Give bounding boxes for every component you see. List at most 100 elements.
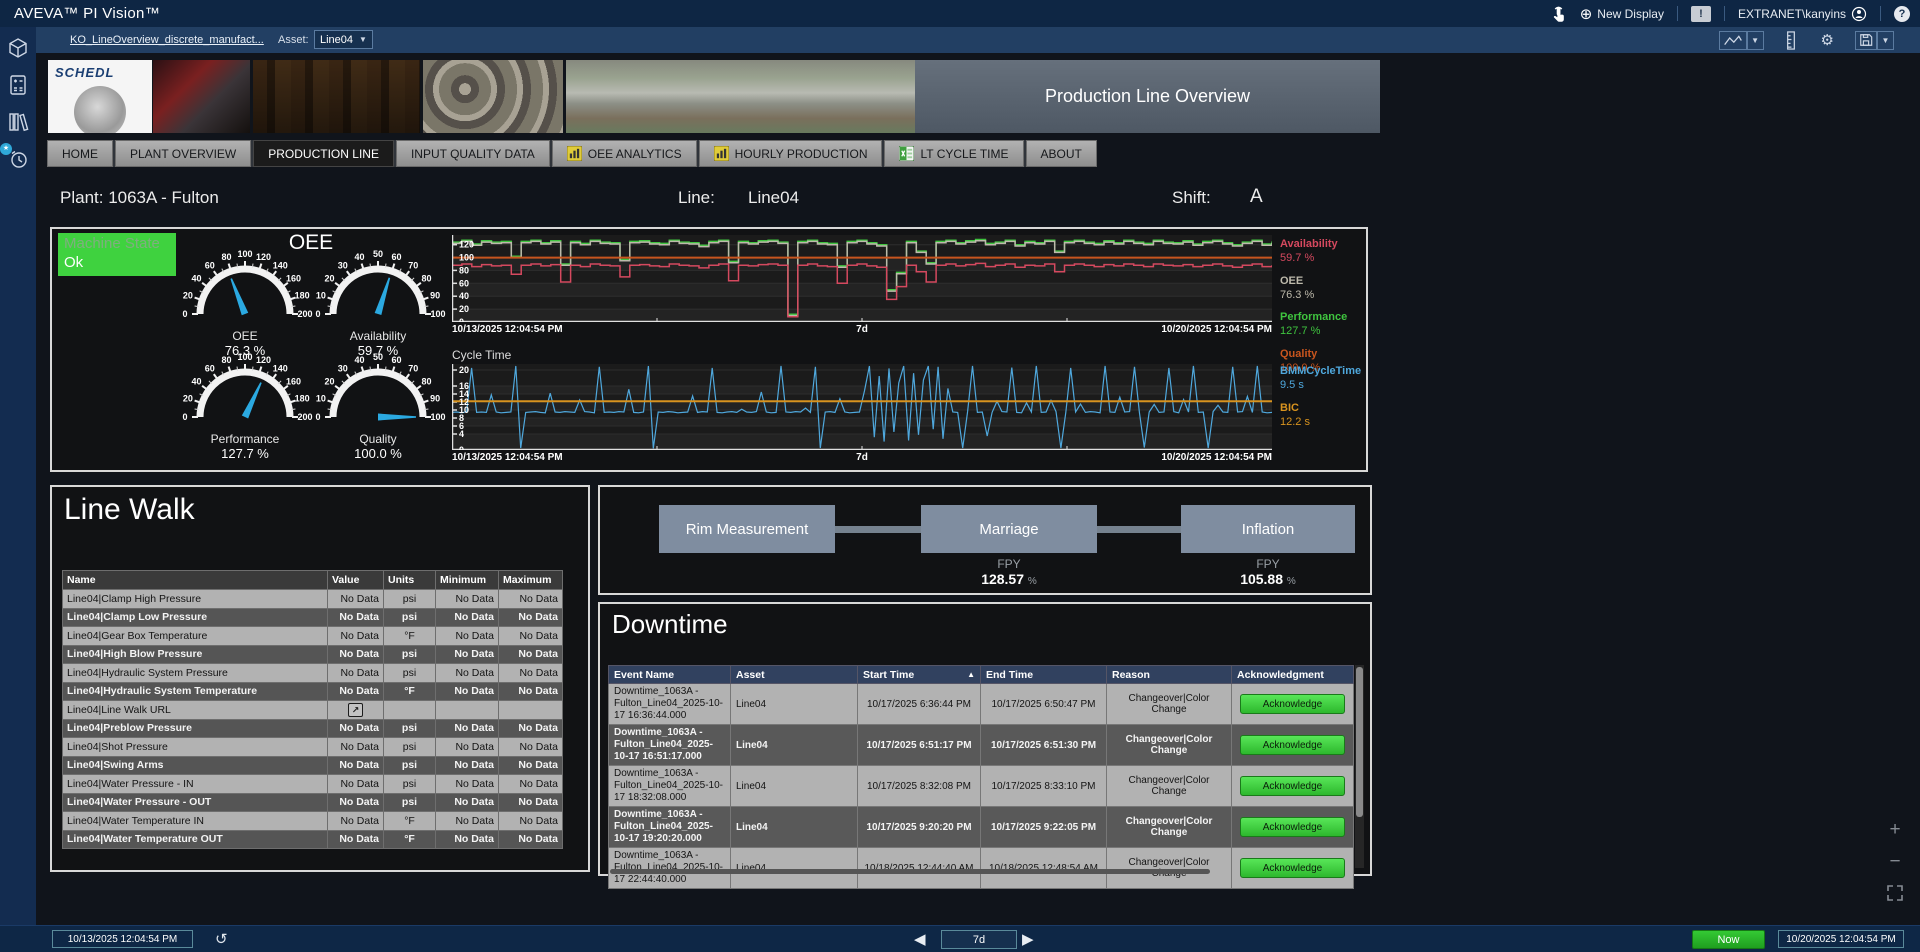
- oee-trend-chart[interactable]: 020406080100120: [452, 235, 1272, 322]
- column-header-value[interactable]: Value: [328, 571, 384, 590]
- cell-maximum: No Data: [499, 682, 563, 701]
- cell-event-name: Downtime_1063A - Fulton_Line04_2025-10-1…: [609, 848, 731, 889]
- column-header-units[interactable]: Units: [384, 571, 436, 590]
- step-back-button[interactable]: ◀: [914, 930, 926, 948]
- bar-chart-icon: [567, 146, 582, 161]
- left-sidebar: ★: [0, 27, 36, 952]
- display-name-link[interactable]: KO_LineOverview_discrete_manufact...: [70, 34, 264, 46]
- column-header-event-name[interactable]: Event Name: [609, 666, 731, 684]
- tab-about[interactable]: ABOUT: [1026, 140, 1097, 167]
- downtime-table: Event NameAssetStart Time▲End TimeReason…: [608, 665, 1354, 889]
- cycle-time-xaxis: 10/13/2025 12:04:54 PM 7d 10/20/2025 12:…: [452, 452, 1272, 463]
- svg-text:20: 20: [459, 365, 469, 375]
- tab-input-quality-data[interactable]: INPUT QUALITY DATA: [396, 140, 550, 167]
- cell-asset: Line04: [731, 848, 858, 889]
- tab-home[interactable]: HOME: [47, 140, 113, 167]
- process-flow-panel: Rim Measurement Marriage Inflation FPY 1…: [598, 485, 1372, 595]
- svg-text:140: 140: [273, 261, 288, 271]
- asset-dropdown[interactable]: Line04 ▼: [314, 30, 373, 49]
- step-forward-button[interactable]: ▶: [1022, 930, 1034, 948]
- user-badge-icon: [1851, 6, 1867, 22]
- acknowledge-button[interactable]: Acknowledge: [1240, 694, 1345, 714]
- refresh-icon[interactable]: ↺: [215, 930, 228, 948]
- fullscreen-icon[interactable]: [1884, 884, 1906, 906]
- tab-label: HOME: [62, 147, 98, 161]
- user-menu[interactable]: EXTRANET\kanyins: [1738, 6, 1867, 22]
- top-bar: AVEVA™ PI Vision™ ⊕ New Display ! EXTRAN…: [0, 0, 1920, 27]
- legend-value: 127.7 %: [1280, 324, 1370, 338]
- column-header-reason[interactable]: Reason: [1107, 666, 1232, 684]
- column-header-start-time[interactable]: Start Time▲: [858, 666, 981, 684]
- table-header-row: NameValueUnitsMinimumMaximum: [63, 571, 563, 590]
- cube-icon[interactable]: [6, 36, 30, 60]
- tab-hourly-production[interactable]: HOURLY PRODUCTION: [699, 140, 883, 167]
- gauge-availability: 0102030405060708090100 Availability 59.7…: [308, 242, 448, 358]
- svg-text:100: 100: [459, 253, 474, 263]
- save-tool[interactable]: ▼: [1855, 31, 1894, 50]
- cell-reason: Changeover|Color Change: [1107, 766, 1232, 807]
- now-button[interactable]: Now: [1692, 930, 1765, 949]
- zoom-in-icon[interactable]: +: [1884, 820, 1906, 842]
- library-icon[interactable]: [6, 110, 30, 134]
- column-header-end-time[interactable]: End Time: [981, 666, 1107, 684]
- touch-icon[interactable]: [1550, 5, 1567, 23]
- cell-maximum: No Data: [499, 775, 563, 794]
- cell-value: No Data: [328, 682, 384, 701]
- time-range-input[interactable]: 7d: [941, 930, 1017, 949]
- announcement-icon[interactable]: !: [1691, 6, 1711, 22]
- svg-text:0: 0: [315, 309, 320, 319]
- ruler-icon[interactable]: [1782, 31, 1800, 50]
- tab-lt-cycle-time[interactable]: LT CYCLE TIME: [884, 140, 1023, 167]
- tab-label: ABOUT: [1041, 147, 1082, 161]
- acknowledge-button[interactable]: Acknowledge: [1240, 858, 1345, 878]
- column-header-name[interactable]: Name: [63, 571, 328, 590]
- downtime-panel: Downtime Event NameAssetStart Time▲End T…: [598, 602, 1372, 876]
- cell-maximum: No Data: [499, 590, 563, 609]
- trend-tool[interactable]: ▼: [1719, 31, 1764, 50]
- cell-start-time: 10/18/2025 12:44:40 AM: [858, 848, 981, 889]
- cycle-time-chart[interactable]: 04681012141620: [452, 364, 1272, 450]
- start-time-input[interactable]: 10/13/2025 12:04:54 PM: [52, 930, 193, 948]
- calculator-icon[interactable]: [6, 73, 30, 97]
- legend-value: 59.7 %: [1280, 251, 1370, 265]
- svg-text:60: 60: [205, 364, 215, 374]
- flow-step-inflation[interactable]: Inflation: [1181, 505, 1355, 553]
- cell-name: Line04|Shot Pressure: [63, 738, 328, 757]
- flow-step-marriage[interactable]: Marriage: [921, 505, 1097, 553]
- events-icon[interactable]: ★: [6, 147, 30, 171]
- acknowledge-button[interactable]: Acknowledge: [1240, 817, 1345, 837]
- external-link-icon[interactable]: ↗: [348, 703, 363, 717]
- cell-reason: Changeover|Color Change: [1107, 725, 1232, 766]
- gauge-performance: 020406080100120140160180200 Performance …: [175, 345, 315, 461]
- column-header-acknowledgment[interactable]: Acknowledgment: [1232, 666, 1354, 684]
- banner-photo-aerial: [566, 60, 915, 133]
- svg-text:50: 50: [373, 249, 383, 259]
- flow-step-rim-measurement[interactable]: Rim Measurement: [659, 505, 835, 553]
- oee-panel: Machine State Ok OEE 0204060801001201401…: [50, 227, 1368, 472]
- h-scrollbar[interactable]: [610, 869, 1210, 874]
- column-header-asset[interactable]: Asset: [731, 666, 858, 684]
- cycle-time-title: Cycle Time: [452, 348, 511, 362]
- tab-production-line[interactable]: PRODUCTION LINE: [253, 140, 394, 167]
- cell-minimum: No Data: [436, 645, 499, 664]
- column-header-minimum[interactable]: Minimum: [436, 571, 499, 590]
- legend-name: OEE: [1280, 274, 1370, 288]
- acknowledge-button[interactable]: Acknowledge: [1240, 735, 1345, 755]
- end-time-input[interactable]: 10/20/2025 12:04:54 PM: [1778, 930, 1904, 948]
- tab-plant-overview[interactable]: PLANT OVERVIEW: [115, 140, 251, 167]
- cell-minimum: No Data: [436, 719, 499, 738]
- gear-icon[interactable]: ⚙: [1818, 31, 1837, 50]
- tab-oee-analytics[interactable]: OEE ANALYTICS: [552, 140, 697, 167]
- column-header-maximum[interactable]: Maximum: [499, 571, 563, 590]
- cell-end-time: 10/18/2025 12:48:54 AM: [981, 848, 1107, 889]
- new-display-button[interactable]: ⊕ New Display: [1580, 5, 1664, 23]
- cell-value[interactable]: ↗: [328, 701, 384, 720]
- now-label: Now: [1717, 934, 1739, 946]
- scrollbar[interactable]: [1355, 665, 1364, 868]
- tab-label: LT CYCLE TIME: [920, 147, 1008, 161]
- help-icon[interactable]: ?: [1894, 6, 1910, 22]
- acknowledge-button[interactable]: Acknowledge: [1240, 776, 1345, 796]
- legend-name: Performance: [1280, 310, 1370, 324]
- tab-label: PLANT OVERVIEW: [130, 147, 236, 161]
- zoom-out-icon[interactable]: −: [1884, 852, 1906, 874]
